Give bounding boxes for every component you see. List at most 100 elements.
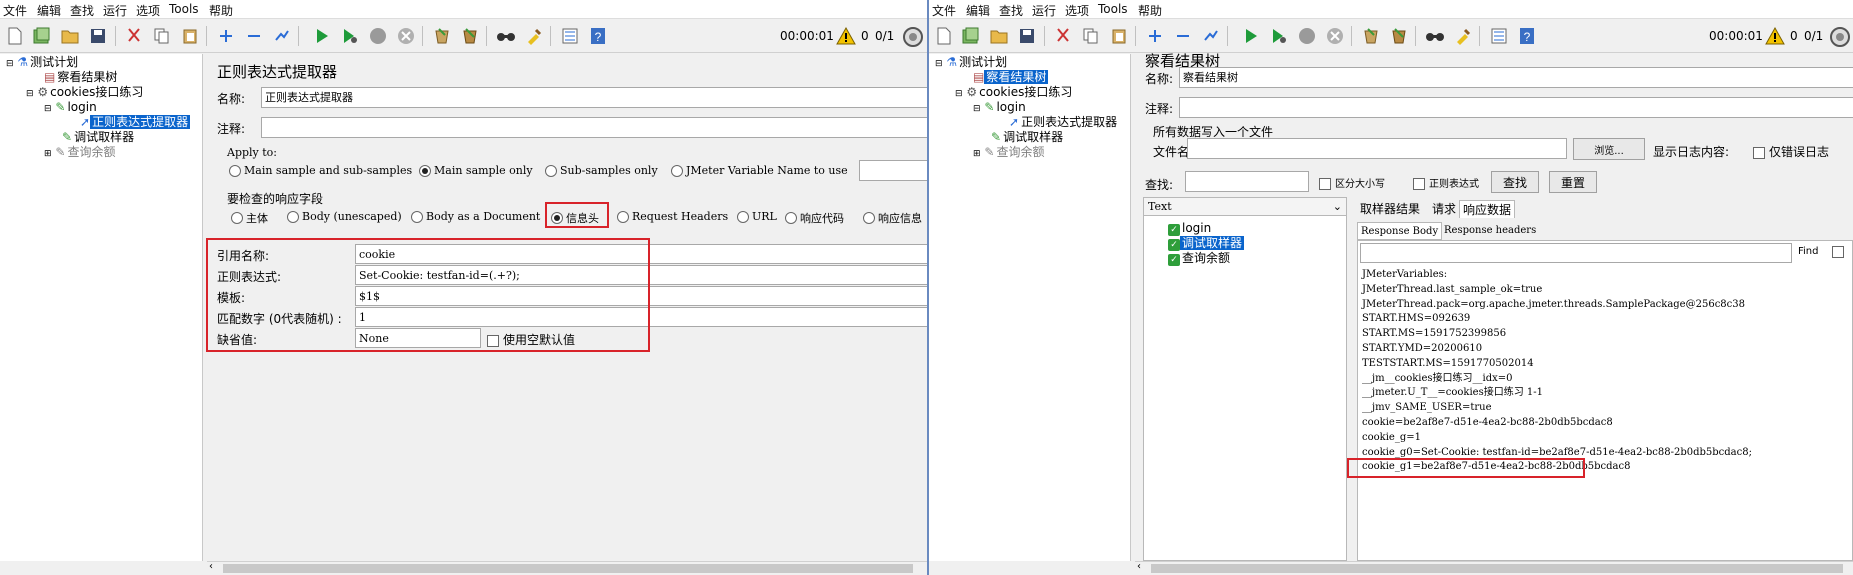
collapse-icon[interactable]: [242, 24, 266, 48]
open-icon[interactable]: [58, 24, 82, 48]
name-field[interactable]: 正则表达式提取器: [261, 87, 927, 108]
browse-button[interactable]: 浏览...: [1573, 138, 1645, 160]
radio-main-only[interactable]: Main sample only: [419, 164, 533, 177]
radio-body-as-document[interactable]: Body as a Document: [411, 210, 540, 223]
errors-only-checkbox[interactable]: 仅错误日志: [1753, 143, 1829, 160]
menu-edit[interactable]: 编辑: [37, 2, 61, 19]
function-helper-icon[interactable]: [1487, 24, 1511, 48]
new-icon[interactable]: [3, 24, 27, 48]
radio-response-message[interactable]: 响应信息: [863, 210, 922, 226]
tree-node-query-balance[interactable]: ⊞ ✎ 查询余额: [973, 144, 1046, 160]
templates-icon[interactable]: [959, 24, 983, 48]
warning-icon[interactable]: [1765, 26, 1785, 48]
case-sensitive-checkbox[interactable]: 区分大小写: [1319, 175, 1385, 190]
tab-response-data[interactable]: 响应数据: [1459, 200, 1516, 218]
menu-options[interactable]: 选项: [1065, 2, 1089, 19]
tab-request[interactable]: 请求: [1429, 200, 1459, 218]
save-icon[interactable]: [1015, 24, 1039, 48]
result-item-query-balance[interactable]: ✓ 查询余额: [1168, 250, 1232, 266]
radio-response-code[interactable]: 响应代码: [785, 210, 844, 226]
toggle-icon[interactable]: [1199, 24, 1223, 48]
result-item-login[interactable]: ✓ login: [1168, 220, 1213, 236]
radio-sub-only[interactable]: Sub-samples only: [545, 164, 658, 177]
expand-icon[interactable]: [214, 24, 238, 48]
menu-tools[interactable]: Tools: [1098, 2, 1128, 16]
renderer-select[interactable]: Text ⌄: [1144, 198, 1346, 216]
help-icon[interactable]: ?: [1515, 24, 1539, 48]
copy-icon[interactable]: [150, 24, 174, 48]
radio-request-headers[interactable]: Request Headers: [617, 210, 728, 223]
response-find-field[interactable]: [1360, 243, 1792, 263]
name-field[interactable]: 察看结果树: [1179, 67, 1853, 88]
tree-node-test-plan[interactable]: ⊟ ⚗ 测试计划: [6, 54, 80, 70]
warning-icon[interactable]: [836, 26, 856, 48]
find-button[interactable]: 查找: [1491, 171, 1539, 193]
menu-help[interactable]: 帮助: [1138, 2, 1162, 19]
search-icon[interactable]: [494, 24, 518, 48]
paste-icon[interactable]: [178, 24, 202, 48]
tree-node-debug-sampler[interactable]: ✎ 调试取样器: [62, 129, 136, 145]
menu-search[interactable]: 查找: [999, 2, 1023, 19]
subtab-response-body[interactable]: Response Body: [1357, 222, 1443, 240]
clear-icon[interactable]: [1359, 24, 1383, 48]
start-icon[interactable]: [310, 24, 334, 48]
reset-button[interactable]: 重置: [1549, 171, 1597, 193]
menu-help[interactable]: 帮助: [209, 2, 233, 19]
menu-edit[interactable]: 编辑: [966, 2, 990, 19]
filename-field[interactable]: [1187, 138, 1567, 159]
tree-node-login[interactable]: ⊟ ✎ login: [44, 99, 99, 115]
stop-icon[interactable]: [366, 24, 390, 48]
menu-run[interactable]: 运行: [1032, 2, 1056, 19]
tree-node-thread-group[interactable]: ⊟ ⚙ cookies接口练习: [955, 84, 1074, 100]
subtab-response-headers[interactable]: Response headers: [1441, 222, 1539, 240]
regex-checkbox[interactable]: 正则表达式: [1413, 175, 1479, 190]
result-item-debug-sampler[interactable]: ✓ 调试取样器: [1168, 235, 1245, 251]
new-icon[interactable]: [932, 24, 956, 48]
tree-node-test-plan[interactable]: ⊟ ⚗ 测试计划: [935, 54, 1009, 70]
start-no-pause-icon[interactable]: [338, 24, 362, 48]
tree-node-regex-extractor[interactable]: ➚ 正则表达式提取器: [1009, 114, 1119, 130]
radio-url[interactable]: URL: [737, 210, 777, 223]
paste-icon[interactable]: [1107, 24, 1131, 48]
horizontal-scrollbar-left[interactable]: ‹: [207, 561, 927, 575]
shutdown-icon[interactable]: [394, 24, 418, 48]
tab-sampler-result[interactable]: 取样器结果: [1357, 200, 1423, 218]
tree-node-query-balance[interactable]: ⊞ ✎ 查询余额: [44, 144, 117, 160]
clear-all-icon[interactable]: [1387, 24, 1411, 48]
horizontal-scrollbar-right[interactable]: ‹: [1135, 561, 1853, 575]
response-body-area[interactable]: Find JMeterVariables: JMeterThread.last_s…: [1357, 240, 1853, 561]
comment-field[interactable]: [1179, 97, 1853, 118]
start-icon[interactable]: [1239, 24, 1263, 48]
function-helper-icon[interactable]: [558, 24, 582, 48]
tree-node-login[interactable]: ⊟ ✎ login: [973, 99, 1028, 115]
search-field[interactable]: [1185, 171, 1309, 192]
shutdown-icon[interactable]: [1323, 24, 1347, 48]
jmeter-variable-field[interactable]: [859, 160, 927, 181]
radio-body-unescaped[interactable]: Body (unescaped): [287, 210, 402, 223]
tree-node-regex-extractor[interactable]: ➚ 正则表达式提取器: [80, 114, 191, 130]
tree-node-view-results[interactable]: ▤ 察看结果树: [973, 69, 1049, 85]
radio-main-and-sub[interactable]: Main sample and sub-samples: [229, 164, 412, 177]
cut-icon[interactable]: [122, 24, 146, 48]
menu-file[interactable]: 文件: [932, 2, 956, 19]
open-icon[interactable]: [987, 24, 1011, 48]
comment-field[interactable]: [261, 117, 927, 138]
help-icon[interactable]: ?: [586, 24, 610, 48]
templates-icon[interactable]: [30, 24, 54, 48]
start-no-pause-icon[interactable]: [1267, 24, 1291, 48]
menu-run[interactable]: 运行: [103, 2, 127, 19]
reset-search-icon[interactable]: [1451, 24, 1475, 48]
collapse-icon[interactable]: [1171, 24, 1195, 48]
tree-node-view-results[interactable]: ▤ 察看结果树: [44, 69, 119, 85]
search-icon[interactable]: [1423, 24, 1447, 48]
clear-all-icon[interactable]: [458, 24, 482, 48]
expand-icon[interactable]: [1143, 24, 1167, 48]
menu-tools[interactable]: Tools: [169, 2, 199, 16]
stop-icon[interactable]: [1295, 24, 1319, 48]
menu-file[interactable]: 文件: [3, 2, 27, 19]
response-find-checkbox[interactable]: [1832, 246, 1844, 258]
tree-node-thread-group[interactable]: ⊟ ⚙ cookies接口练习: [26, 84, 145, 100]
menu-options[interactable]: 选项: [136, 2, 160, 19]
save-icon[interactable]: [86, 24, 110, 48]
cut-icon[interactable]: [1051, 24, 1075, 48]
